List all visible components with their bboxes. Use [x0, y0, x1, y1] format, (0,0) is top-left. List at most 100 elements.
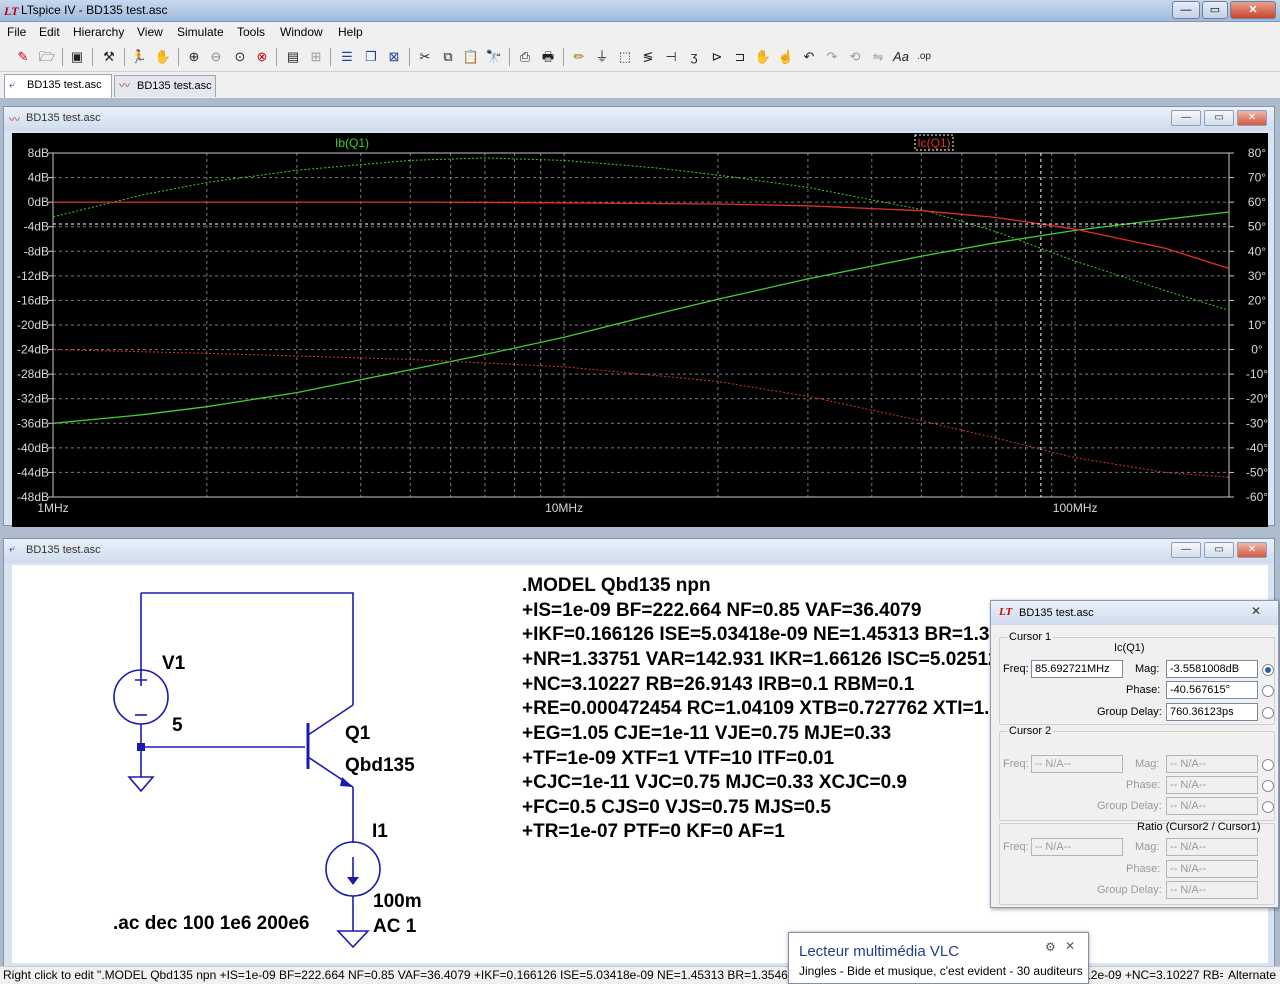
cursor1-freq[interactable]: 85.692721MHz	[1031, 660, 1123, 678]
label-icon[interactable]: ⬚	[616, 48, 634, 66]
menu-hierarchy[interactable]: Hierarchy	[73, 25, 124, 39]
save-icon[interactable]: ▣	[68, 48, 86, 66]
series-magnitude-line[interactable]	[53, 201, 1230, 270]
menu-window[interactable]: Window	[280, 25, 323, 39]
new-schematic-icon[interactable]: ✎	[14, 48, 32, 66]
close-button[interactable]: ✕	[1237, 542, 1267, 558]
print-setup-icon[interactable]: ⎙	[516, 48, 534, 66]
model-line[interactable]: +NR=1.33751 VAR=142.931 IKR=1.66126 ISC=…	[522, 649, 1037, 671]
paste-icon[interactable]: 📋	[462, 48, 480, 66]
open-icon[interactable]: 🗁	[38, 48, 56, 66]
restore-button[interactable]: ▭	[1204, 110, 1234, 126]
capacitor-icon[interactable]: ⊣	[662, 48, 680, 66]
model-line[interactable]: +IKF=0.166126 ISE=5.03418e-09 NE=1.45313…	[522, 624, 1032, 646]
copy-icon[interactable]: ⧉	[439, 48, 457, 66]
autorange-icon[interactable]: ▤	[284, 48, 302, 66]
redo-icon[interactable]: ↷	[823, 48, 841, 66]
cursor2-group-delay[interactable]: -- N/A--	[1166, 797, 1258, 815]
cursor1-group-delay[interactable]: 760.36123ps	[1166, 703, 1258, 721]
ratio-phase[interactable]: -- N/A--	[1166, 860, 1258, 878]
model-line[interactable]: +IS=1e-09 BF=222.664 NF=0.85 VAF=36.4079	[522, 600, 921, 622]
resistor-icon[interactable]: ≶	[639, 48, 657, 66]
mirror-icon[interactable]: ⇋	[869, 48, 887, 66]
cut-icon[interactable]: ✂	[416, 48, 434, 66]
diode-icon[interactable]: ⊳	[708, 48, 726, 66]
wire[interactable]	[141, 592, 354, 705]
tab-schematic[interactable]: ⤶ BD135 test.asc	[4, 74, 112, 98]
wire-icon[interactable]: ✏	[570, 48, 588, 66]
i1-value[interactable]: 100m	[373, 891, 422, 913]
cursor2-phase[interactable]: -- N/A--	[1166, 776, 1258, 794]
ac-directive[interactable]: .ac dec 100 1e6 200e6	[113, 913, 310, 935]
cursor2-phase-radio[interactable]	[1262, 780, 1274, 792]
cursor2-mag[interactable]: -- N/A--	[1166, 755, 1258, 773]
bode-plot-svg[interactable]: 8dB 80° 4dB 70° 0dB 60° -4dB 50° -8dB 40° -12dB 30°…	[12, 133, 1268, 527]
junction-dot[interactable]	[137, 743, 145, 751]
model-line[interactable]: +TF=1e-09 XTF=1 VTF=10 ITF=0.01	[522, 748, 834, 770]
drag-icon[interactable]: ☝	[777, 48, 795, 66]
menu-view[interactable]: View	[137, 25, 163, 39]
model-line[interactable]: +RE=0.000472454 RC=1.04109 XTB=0.727762 …	[522, 698, 1000, 720]
rotate-icon[interactable]: ⟲	[846, 48, 864, 66]
restore-button[interactable]: ▭	[1204, 542, 1234, 558]
text-icon[interactable]: Aa	[892, 48, 910, 66]
zoom-cancel-icon[interactable]: ⊗	[253, 48, 271, 66]
q1-model[interactable]: Qbd135	[345, 755, 415, 777]
cursor2-freq[interactable]: -- N/A--	[1031, 755, 1123, 773]
maximize-button[interactable]: ▭	[1202, 1, 1228, 19]
menu-help[interactable]: Help	[338, 25, 363, 39]
cursor1-mag[interactable]: -3.5581008dB	[1166, 660, 1258, 678]
cursor2-mag-radio[interactable]	[1262, 759, 1274, 771]
print-icon[interactable]: 🖶	[539, 48, 557, 66]
minimize-button[interactable]: —	[1171, 542, 1201, 558]
ratio-freq[interactable]: -- N/A--	[1031, 838, 1123, 856]
component-icon[interactable]: ⊐	[731, 48, 749, 66]
vlc-notification[interactable]: Lecteur multimédia VLC Jingles - Bide et…	[788, 932, 1089, 984]
cursor1-mag-radio[interactable]	[1262, 664, 1274, 676]
cursor1-phase[interactable]: -40.567615°	[1166, 681, 1258, 699]
series-phase-line[interactable]	[52, 349, 1230, 478]
model-line[interactable]: +TR=1e-07 PTF=0 KF=0 AF=1	[522, 821, 785, 843]
cursor1-gd-radio[interactable]	[1262, 707, 1274, 719]
menu-edit[interactable]: Edit	[39, 25, 60, 39]
cursor1-phase-radio[interactable]	[1262, 685, 1274, 697]
close-icon[interactable]: ✕	[1251, 604, 1261, 618]
q1-label[interactable]: Q1	[345, 723, 370, 745]
model-line[interactable]: +EG=1.05 CJE=1e-11 VJE=0.75 MJE=0.33	[522, 723, 891, 745]
ratio-group-delay[interactable]: -- N/A--	[1166, 881, 1258, 899]
close-button[interactable]: ✕	[1230, 1, 1276, 19]
zoom-in-icon[interactable]: ⊕	[185, 48, 203, 66]
model-line[interactable]: +CJC=1e-11 VJC=0.75 MJC=0.33 XCJC=0.9	[522, 772, 907, 794]
control-panel-icon[interactable]: ⚒	[100, 48, 118, 66]
ground-icon[interactable]: ⏚	[593, 48, 611, 66]
close-button[interactable]: ✕	[1237, 110, 1267, 126]
move-icon[interactable]: ✋	[754, 48, 772, 66]
halt-icon[interactable]: ✋	[154, 48, 172, 66]
grid-icon[interactable]: ⊞	[307, 48, 325, 66]
inductor-icon[interactable]: ʒ	[685, 48, 703, 66]
menu-simulate[interactable]: Simulate	[177, 25, 224, 39]
ground-symbol[interactable]	[127, 776, 155, 793]
zoom-out-icon[interactable]: ⊖	[207, 48, 225, 66]
spice-directive-icon[interactable]: .op	[915, 48, 933, 66]
model-line[interactable]: .MODEL Qbd135 npn	[522, 575, 711, 597]
series-magnitude-line[interactable]	[52, 211, 1230, 424]
cursor2-gd-radio[interactable]	[1262, 801, 1274, 813]
menu-tools[interactable]: Tools	[237, 25, 265, 39]
zoom-fit-icon[interactable]: ⊙	[231, 48, 249, 66]
ratio-mag[interactable]: -- N/A--	[1166, 838, 1258, 856]
minimize-button[interactable]: —	[1171, 110, 1201, 126]
cascade-icon[interactable]: ❐	[362, 48, 380, 66]
close-all-icon[interactable]: ⊠	[385, 48, 403, 66]
i1-ac[interactable]: AC 1	[373, 916, 416, 938]
v1-label[interactable]: V1	[162, 653, 185, 675]
close-icon[interactable]: ✕	[1065, 939, 1075, 953]
v1-value[interactable]: 5	[172, 715, 183, 737]
find-icon[interactable]: 🔭	[485, 48, 503, 66]
minimize-button[interactable]: —	[1172, 1, 1200, 19]
settings-icon[interactable]: ⚙	[1045, 940, 1056, 954]
i1-label[interactable]: I1	[372, 821, 388, 843]
menu-file[interactable]: File	[7, 25, 26, 39]
run-icon[interactable]: 🏃	[130, 48, 148, 66]
ground-symbol[interactable]	[336, 930, 370, 949]
